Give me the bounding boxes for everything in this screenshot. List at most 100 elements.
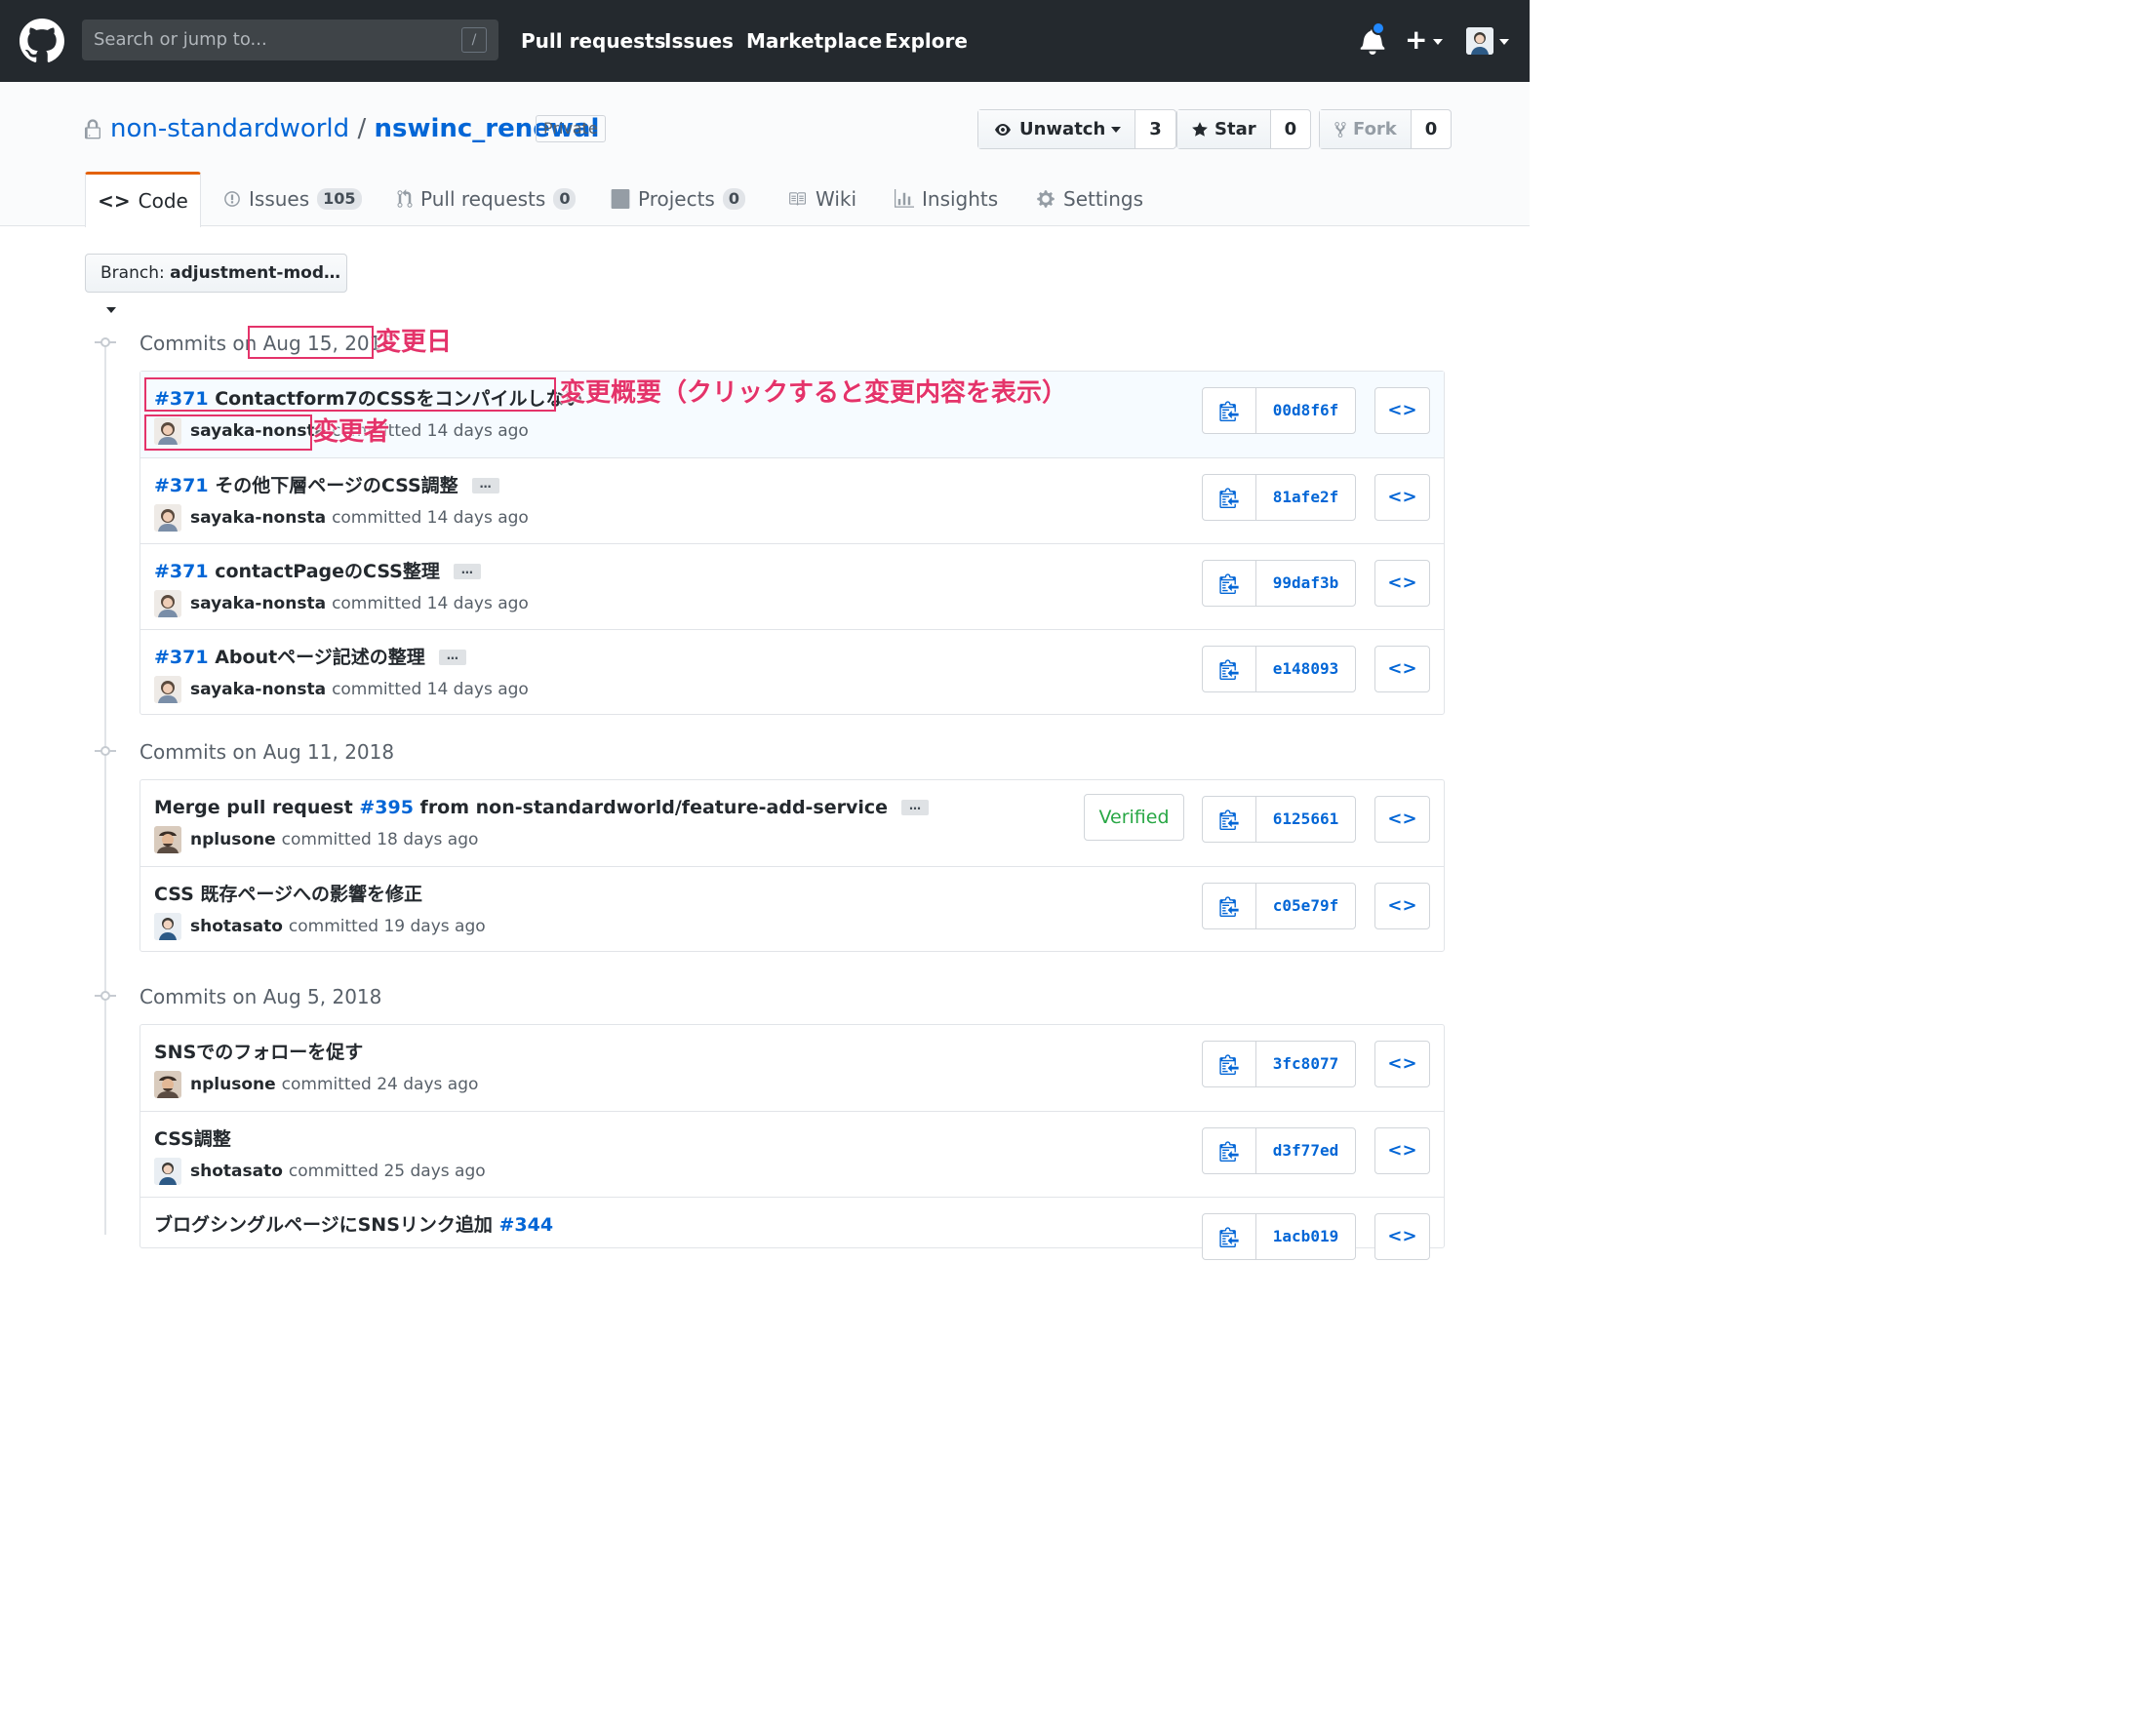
commit-group-prefix: Commits on [139, 740, 258, 764]
search-input[interactable]: Search or jump to... / [82, 20, 498, 60]
pull-request-link[interactable]: #395 [359, 796, 414, 819]
expand-message-button[interactable]: … [901, 800, 930, 815]
commit-message[interactable]: CSS調整 [154, 1127, 231, 1151]
commit-title-prefix[interactable]: Merge pull request [154, 796, 353, 819]
commit-author[interactable]: sayaka-nonsta [190, 676, 326, 703]
commit-title[interactable]: CSS 既存ページへの影響を修正 [154, 883, 422, 906]
browse-repo-button[interactable]: <> [1374, 474, 1430, 521]
commit-title[interactable]: contactPageのCSS整理 [215, 560, 440, 583]
browse-repo-button[interactable]: <> [1374, 646, 1430, 692]
nav-issues[interactable]: Issues [664, 29, 734, 53]
repo-owner-link[interactable]: non-standardworld [110, 114, 349, 143]
tab-pull-requests[interactable]: Pull requests 0 [397, 172, 577, 226]
tab-wiki[interactable]: Wiki [786, 172, 856, 226]
avatar[interactable] [154, 504, 181, 532]
avatar[interactable] [154, 826, 181, 853]
user-avatar[interactable] [1466, 27, 1493, 55]
commit-author[interactable]: nplusone [190, 826, 276, 853]
clippy-icon [1219, 896, 1239, 917]
browse-repo-button[interactable]: <> [1374, 883, 1430, 929]
verified-badge[interactable]: Verified [1084, 794, 1184, 841]
commit-sha-group: 6125661 [1202, 796, 1356, 843]
commit-author[interactable]: shotasato [190, 1158, 283, 1185]
tab-issues[interactable]: Issues 105 [223, 172, 362, 226]
commit-message[interactable]: SNSでのフォローを促す [154, 1041, 363, 1064]
commit-title[interactable]: Aboutページ記述の整理 [215, 646, 425, 669]
commit-sha-group: 99daf3b [1202, 560, 1356, 607]
unwatch-button[interactable]: Unwatch [978, 110, 1136, 148]
forks-count[interactable]: 0 [1412, 110, 1452, 148]
tab-pull-requests-label: Pull requests [420, 187, 546, 211]
commit-message[interactable]: CSS 既存ページへの影響を修正 [154, 883, 422, 906]
commit-title[interactable]: ブログシングルページにSNSリンク追加 [154, 1213, 493, 1237]
github-logo-icon[interactable] [20, 19, 64, 63]
browse-repo-button[interactable]: <> [1374, 1041, 1430, 1087]
copy-sha-button[interactable] [1203, 1128, 1256, 1173]
issue-link[interactable]: #371 [154, 474, 209, 497]
star-button[interactable]: Star [1177, 110, 1271, 148]
user-menu-caret-icon[interactable] [1499, 39, 1509, 45]
tab-insights[interactable]: Insights [895, 172, 998, 226]
avatar[interactable] [154, 1158, 181, 1185]
commit-message[interactable]: #371 Aboutページ記述の整理 … [154, 646, 466, 669]
expand-message-button[interactable]: … [438, 650, 466, 665]
commit-sha-link[interactable]: 6125661 [1256, 797, 1355, 842]
commit-author[interactable]: sayaka-nonsta [190, 590, 326, 617]
nav-explore[interactable]: Explore [885, 29, 968, 53]
browse-repo-button[interactable]: <> [1374, 796, 1430, 843]
tab-settings[interactable]: Settings [1036, 172, 1143, 226]
browse-repo-button[interactable]: <> [1374, 1213, 1430, 1260]
clippy-icon [1219, 573, 1239, 594]
copy-sha-button[interactable] [1203, 1042, 1256, 1086]
copy-sha-button[interactable] [1203, 1214, 1256, 1259]
commit-title[interactable]: from non-standardworld/feature-add-servi… [420, 796, 889, 819]
commit-sha-link[interactable]: 00d8f6f [1256, 388, 1355, 433]
create-new-caret-icon[interactable] [1433, 39, 1443, 45]
commit-author[interactable]: nplusone [190, 1071, 276, 1098]
nav-marketplace[interactable]: Marketplace [746, 29, 882, 53]
copy-sha-button[interactable] [1203, 388, 1256, 433]
avatar[interactable] [154, 676, 181, 703]
issue-link[interactable]: #344 [499, 1213, 554, 1237]
commit-author[interactable]: shotasato [190, 913, 283, 940]
star-button-group: Star 0 [1176, 109, 1312, 149]
commit-author[interactable]: sayaka-nonsta [190, 504, 326, 532]
avatar[interactable] [154, 590, 181, 617]
commit-title[interactable]: CSS調整 [154, 1127, 231, 1151]
browse-repo-button[interactable]: <> [1374, 387, 1430, 434]
avatar[interactable] [154, 913, 181, 940]
tab-code[interactable]: <> Code [85, 172, 201, 227]
expand-message-button[interactable]: … [471, 478, 499, 493]
avatar[interactable] [154, 1071, 181, 1098]
copy-sha-button[interactable] [1203, 884, 1256, 928]
issue-link[interactable]: #371 [154, 560, 209, 583]
expand-message-button[interactable]: … [453, 564, 481, 579]
stargazers-count[interactable]: 0 [1271, 110, 1311, 148]
copy-sha-button[interactable] [1203, 475, 1256, 520]
commit-sha-link[interactable]: 3fc8077 [1256, 1042, 1355, 1086]
copy-sha-button[interactable] [1203, 647, 1256, 691]
browse-repo-button[interactable]: <> [1374, 560, 1430, 607]
commit-message[interactable]: ブログシングルページにSNSリンク追加 #344 [154, 1213, 553, 1237]
copy-sha-button[interactable] [1203, 797, 1256, 842]
commit-sha-link[interactable]: 81afe2f [1256, 475, 1355, 520]
commit-title[interactable]: SNSでのフォローを促す [154, 1041, 363, 1064]
issue-link[interactable]: #371 [154, 646, 209, 669]
fork-button[interactable]: Fork [1320, 110, 1412, 148]
commit-title[interactable]: その他下層ページのCSS調整 [215, 474, 458, 497]
commit-sha-link[interactable]: 1acb019 [1256, 1214, 1355, 1259]
browse-repo-button[interactable]: <> [1374, 1127, 1430, 1174]
commit-message[interactable]: #371 その他下層ページのCSS調整 … [154, 474, 499, 497]
commit-sha-link[interactable]: c05e79f [1256, 884, 1355, 928]
nav-pull-requests[interactable]: Pull requests [521, 29, 666, 53]
commit-sha-link[interactable]: d3f77ed [1256, 1128, 1355, 1173]
create-new-plus-icon[interactable]: + [1405, 25, 1427, 55]
copy-sha-button[interactable] [1203, 561, 1256, 606]
commit-message[interactable]: #371 contactPageのCSS整理 … [154, 560, 481, 583]
tab-projects[interactable]: Projects 0 [611, 172, 745, 226]
commit-message[interactable]: Merge pull request #395 from non-standar… [154, 796, 930, 819]
watchers-count[interactable]: 3 [1135, 110, 1175, 148]
commit-sha-link[interactable]: e148093 [1256, 647, 1355, 691]
branch-selector[interactable]: Branch: adjustment-mod… [85, 254, 347, 313]
commit-sha-link[interactable]: 99daf3b [1256, 561, 1355, 606]
